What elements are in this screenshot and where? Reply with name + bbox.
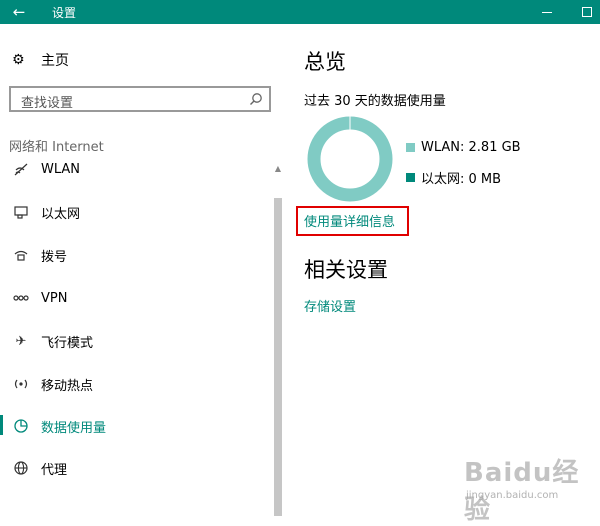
sidebar-item-vpn[interactable]: VPN	[0, 277, 268, 319]
usage-details-link[interactable]: 使用量详细信息	[304, 211, 395, 230]
sidebar-item-ethernet[interactable]: 以太网	[0, 191, 268, 233]
scroll-thumb[interactable]	[274, 198, 282, 516]
selection-indicator	[0, 415, 3, 435]
scroll-up-icon[interactable]: ▲	[273, 164, 283, 174]
vpn-icon	[13, 295, 29, 301]
home-label: 主页	[41, 53, 69, 69]
related-settings-title: 相关设置	[304, 258, 388, 282]
back-arrow-icon: ←	[12, 3, 26, 21]
legend-label: WLAN: 2.81 GB	[421, 140, 521, 155]
legend-item-ethernet: 以太网: 0 MB	[406, 168, 501, 187]
search-input[interactable]: 查找设置	[9, 86, 271, 112]
title-bar: ← 设置	[0, 0, 600, 24]
sidebar-item-data-usage[interactable]: 数据使用量	[0, 405, 268, 447]
sidebar-scrollbar[interactable]: ▲	[272, 164, 284, 516]
ethernet-icon	[14, 206, 28, 219]
home-nav-item[interactable]: ⚙ 主页	[12, 50, 69, 70]
legend-swatch	[406, 143, 415, 152]
sidebar-item-proxy[interactable]: 代理	[0, 447, 268, 489]
gear-icon: ⚙	[12, 52, 25, 68]
sidebar-item-label: 移动热点	[41, 378, 94, 394]
legend-label: 以太网: 0 MB	[421, 172, 502, 187]
sidebar: ⚙ 主页 查找设置 网络和 Internet WLAN 以太网 拨号 VPN ✈…	[0, 24, 284, 516]
sidebar-item-label: 拨号	[41, 249, 68, 265]
sidebar-item-label: 飞行模式	[41, 335, 94, 351]
watermark-logo: Baidu经验 jingyan.baidu.com	[462, 450, 592, 525]
watermark-text: Baidu经验	[464, 458, 580, 525]
sidebar-item-dialup[interactable]: 拨号	[0, 234, 268, 276]
main-content: 总览 过去 30 天的数据使用量 WLAN: 2.81 GB 以太网: 0 MB…	[296, 24, 600, 516]
legend-item-wlan: WLAN: 2.81 GB	[406, 140, 521, 155]
search-placeholder: 查找设置	[21, 96, 74, 111]
sidebar-item-wlan[interactable]: WLAN	[0, 148, 268, 190]
donut-slice-wlan	[307, 116, 393, 202]
window-title: 设置	[52, 6, 77, 20]
page-title: 总览	[304, 50, 346, 74]
dialup-icon	[14, 250, 28, 261]
hotspot-icon	[14, 379, 28, 389]
sidebar-item-label: 以太网	[41, 206, 81, 222]
sidebar-item-label: 代理	[41, 462, 68, 478]
sidebar-item-label: VPN	[41, 290, 68, 306]
minimize-icon	[542, 12, 552, 13]
sidebar-item-label: WLAN	[41, 161, 81, 177]
data-usage-icon	[14, 419, 28, 433]
sidebar-item-hotspot[interactable]: 移动热点	[0, 363, 268, 405]
watermark-sub: jingyan.baidu.com	[466, 490, 559, 501]
maximize-button[interactable]	[582, 7, 592, 17]
search-icon	[250, 93, 262, 105]
storage-settings-link[interactable]: 存储设置	[304, 296, 356, 315]
usage-subtitle: 过去 30 天的数据使用量	[304, 94, 446, 109]
back-button[interactable]: ←	[0, 0, 38, 24]
minimize-button[interactable]	[540, 0, 554, 24]
globe-icon	[14, 461, 28, 475]
usage-donut-chart	[307, 116, 393, 202]
sidebar-item-airplane[interactable]: ✈ 飞行模式	[0, 320, 268, 362]
legend-swatch	[406, 173, 415, 182]
wifi-icon	[14, 163, 28, 176]
airplane-icon: ✈	[15, 333, 27, 349]
sidebar-item-label: 数据使用量	[41, 420, 107, 436]
